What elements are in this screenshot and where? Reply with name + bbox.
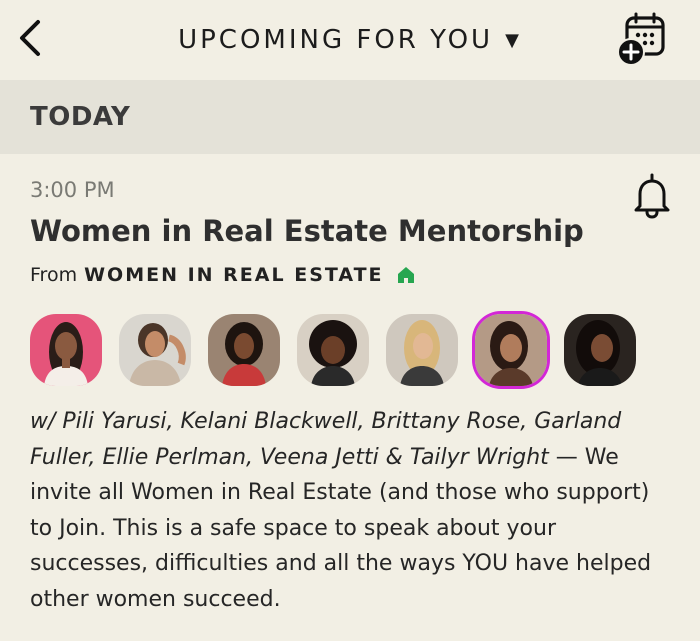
calendar-add-icon	[617, 12, 665, 66]
speaker-names: w/ Pili Yarusi, Kelani Blackwell, Britta…	[30, 409, 622, 470]
avatar-image	[297, 314, 369, 386]
speaker-avatars	[30, 314, 653, 388]
avatar-image	[30, 314, 102, 386]
from-label: From	[30, 264, 78, 286]
avatar-speaker-3[interactable]	[208, 314, 280, 386]
event-description: w/ Pili Yarusi, Kelani Blackwell, Britta…	[30, 404, 675, 617]
page-title: UPCOMING FOR YOU	[178, 25, 494, 55]
house-icon	[397, 267, 414, 283]
club-link[interactable]: From WOMEN IN REAL ESTATE	[30, 264, 416, 286]
avatar-image	[475, 314, 547, 386]
section-title: TODAY	[30, 102, 131, 132]
event-title[interactable]: Women in Real Estate Mentorship	[30, 214, 584, 248]
avatar-speaker-5[interactable]	[386, 314, 458, 386]
header: UPCOMING FOR YOU ▼	[0, 0, 700, 80]
title-wrap: UPCOMING FOR YOU ▼	[0, 20, 700, 60]
avatar-image	[564, 314, 636, 386]
notify-bell-button[interactable]	[630, 172, 674, 220]
upcoming-dropdown[interactable]: UPCOMING FOR YOU ▼	[178, 25, 522, 55]
bell-icon	[634, 173, 670, 219]
avatar-image	[119, 314, 191, 386]
avatar-image	[386, 314, 458, 386]
add-calendar-button[interactable]	[612, 12, 670, 68]
section-header-today: TODAY	[0, 80, 700, 154]
avatar-speaker-4[interactable]	[297, 314, 369, 386]
avatar-speaker-1[interactable]	[30, 314, 102, 386]
event-time: 3:00 PM	[30, 178, 115, 202]
avatar-image	[208, 314, 280, 386]
caret-down-icon: ▼	[505, 29, 522, 51]
avatar-speaker-2[interactable]	[119, 314, 191, 386]
avatar-speaker-6[interactable]	[475, 314, 547, 386]
club-name: WOMEN IN REAL ESTATE	[84, 264, 384, 286]
event-card[interactable]: 3:00 PM Women in Real Estate Mentorship …	[0, 154, 700, 641]
app: UPCOMING FOR YOU ▼ TODAY 3:00 PM Women i…	[0, 0, 700, 641]
avatar-speaker-7[interactable]	[564, 314, 636, 386]
